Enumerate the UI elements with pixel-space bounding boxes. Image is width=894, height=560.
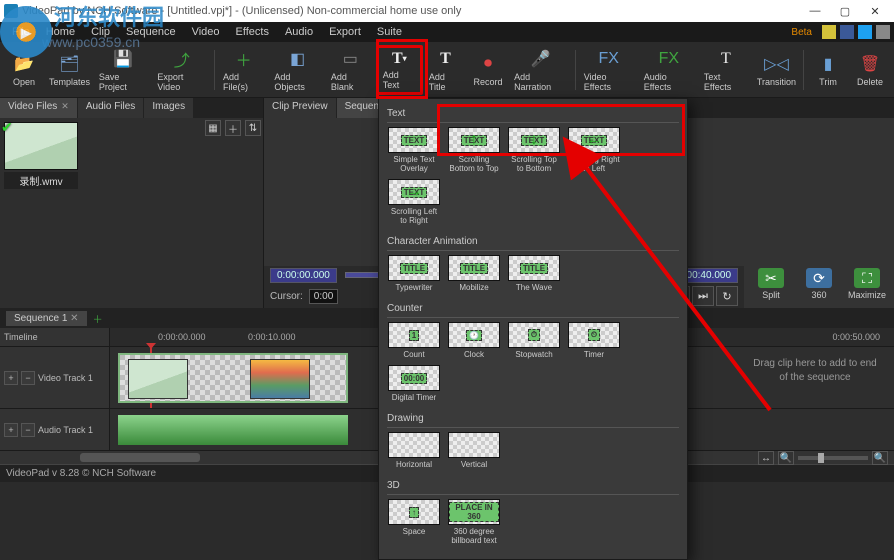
add-objects-button[interactable]: ◧Add Objects <box>270 45 325 95</box>
window-minimize[interactable]: — <box>800 0 830 22</box>
templates-button[interactable]: 🗂Templates <box>46 45 93 95</box>
dd-item-text-0[interactable]: TEXTSimple Text Overlay <box>387 127 441 173</box>
dd-section-text: Text <box>387 105 679 123</box>
window-close[interactable]: ✕ <box>860 0 890 22</box>
menu-bar: File Home Clip Sequence Video Effects Au… <box>0 22 894 42</box>
export-video-button[interactable]: ⤴Export Video <box>153 45 210 95</box>
menu-sequence[interactable]: Sequence <box>118 24 184 40</box>
tab-video-files[interactable]: Video Files✕ <box>0 98 78 118</box>
timeline-mode-label[interactable]: Timeline <box>0 328 110 346</box>
dd-item-drawing-0[interactable]: Horizontal <box>387 432 441 469</box>
zoom-out-button[interactable]: 🔍 <box>778 451 794 465</box>
add-text-button[interactable]: T▾Add Text <box>376 45 423 95</box>
audio-clip[interactable] <box>118 415 348 445</box>
open-button[interactable]: 📂Open <box>4 45 44 95</box>
goto-end-button[interactable]: ⏭ <box>692 286 714 306</box>
beta-label: Beta <box>791 27 812 38</box>
dd-item-counter-4[interactable]: 00:00Digital Timer <box>387 365 441 402</box>
menu-suite[interactable]: Suite <box>369 24 410 40</box>
transition-button[interactable]: ▷◁Transition <box>754 45 799 95</box>
menu-home[interactable]: Home <box>38 24 83 40</box>
split-button[interactable]: ✂Split <box>749 266 793 302</box>
dd-item-char-0[interactable]: TITLETypewriter <box>387 255 441 292</box>
status-text: VideoPad v 8.28 © NCH Software <box>6 468 156 479</box>
menu-video[interactable]: Video <box>184 24 228 40</box>
video-clip[interactable] <box>118 353 348 403</box>
audio-track-header[interactable]: + − Audio Track 1 <box>0 409 110 450</box>
cursor-label: Cursor: <box>270 291 303 302</box>
clip-name: 录制.wmv <box>4 172 78 189</box>
dd-item-text-1[interactable]: TEXT↑Scrolling Bottom to Top <box>447 127 501 173</box>
zoom-in-button[interactable]: 🔍 <box>872 451 888 465</box>
tab-images[interactable]: Images <box>144 98 194 118</box>
add-track-button[interactable]: + <box>4 371 18 385</box>
app-icon <box>4 4 18 18</box>
add-title-button[interactable]: TAdd Title <box>425 45 466 95</box>
dd-section-counter: Counter <box>387 300 679 318</box>
zoom-slider[interactable] <box>798 456 868 460</box>
delete-button[interactable]: 🗑Delete <box>850 45 890 95</box>
sequence-tab[interactable]: Sequence 1 ✕ <box>6 311 87 326</box>
clip-used-icon: ✔ <box>1 119 13 136</box>
window-maximize[interactable]: ▢ <box>830 0 860 22</box>
menu-export[interactable]: Export <box>321 24 369 40</box>
dd-section-char: Character Animation <box>387 233 679 251</box>
add-files-button[interactable]: ＋Add File(s) <box>219 45 268 95</box>
dd-item-char-2[interactable]: TITLEThe Wave <box>507 255 561 292</box>
record-button[interactable]: ⏺Record <box>468 45 508 95</box>
dd-item-3d-1[interactable]: PLACE IN 360360 degree billboard text <box>447 499 501 545</box>
bin-sort-icon[interactable]: ⇅ <box>245 120 261 136</box>
tab-clip-preview[interactable]: Clip Preview <box>264 98 337 118</box>
menu-effects[interactable]: Effects <box>228 24 277 40</box>
add-narration-button[interactable]: 🎤Add Narration <box>510 45 571 95</box>
add-blank-button[interactable]: ▭Add Blank <box>327 45 374 95</box>
share-icon[interactable] <box>876 25 890 39</box>
add-sequence-button[interactable]: ＋ <box>93 311 103 326</box>
dd-section-3d: 3D <box>387 477 679 495</box>
dd-item-3d-0[interactable]: ↑Space <box>387 499 441 545</box>
trim-button[interactable]: ▮Trim <box>808 45 848 95</box>
dd-item-char-1[interactable]: TITLEMobilize <box>447 255 501 292</box>
dd-item-text-2[interactable]: TEXT↓Scrolling Top to Bottom <box>507 127 561 173</box>
drop-hint: Drag clip here to add to end of the sequ… <box>750 357 880 385</box>
video-effects-button[interactable]: FXVideo Effects <box>580 45 638 95</box>
video-track-header[interactable]: + − Video Track 1 <box>0 347 110 408</box>
dd-item-text-4[interactable]: TEXT→Scrolling Left to Right <box>387 179 441 225</box>
bin-add-icon[interactable]: ＋ <box>225 120 241 136</box>
add-text-dropdown: Text TEXTSimple Text OverlayTEXT↑Scrolli… <box>378 98 688 560</box>
dd-item-text-3[interactable]: TEXT←Scrolling Right to Left <box>567 127 621 173</box>
preview-in-time[interactable]: 0:00:00.000 <box>270 268 337 283</box>
dd-section-drawing: Drawing <box>387 410 679 428</box>
zoom-reset-button[interactable]: ↔ <box>758 451 774 465</box>
bin-view-icon[interactable]: ▦ <box>205 120 221 136</box>
media-bin-panel: Video Files✕ Audio Files Images ▦ ＋ ⇅ ✔ … <box>0 98 264 308</box>
dd-item-counter-1[interactable]: 🕐Clock <box>447 322 501 359</box>
facebook-icon[interactable] <box>840 25 854 39</box>
dd-item-counter-2[interactable]: ⏱Stopwatch <box>507 322 561 359</box>
dd-item-counter-0[interactable]: 1Count <box>387 322 441 359</box>
tab-audio-files[interactable]: Audio Files <box>78 98 144 118</box>
dd-item-counter-3[interactable]: ⏲Timer <box>567 322 621 359</box>
cursor-value: 0:00 <box>309 289 338 304</box>
clip-thumbnail[interactable]: ✔ 录制.wmv <box>4 122 78 189</box>
maximize-button[interactable]: ⛶Maximize <box>845 266 889 302</box>
menu-file[interactable]: File <box>4 24 38 40</box>
loop-button[interactable]: ↻ <box>716 286 738 306</box>
text-effects-button[interactable]: TText Effects <box>700 45 752 95</box>
star-icon[interactable] <box>822 25 836 39</box>
add-audio-track-button[interactable]: + <box>4 423 18 437</box>
save-project-button[interactable]: 💾Save Project <box>95 45 151 95</box>
window-title: VideoPad by NCH Software - [Untitled.vpj… <box>22 5 461 17</box>
dd-item-drawing-1[interactable]: Vertical <box>447 432 501 469</box>
twitter-icon[interactable] <box>858 25 872 39</box>
360-button[interactable]: ⟳360 <box>797 266 841 302</box>
menu-clip[interactable]: Clip <box>83 24 118 40</box>
remove-track-button[interactable]: − <box>21 371 35 385</box>
ribbon-toolbar: 📂Open 🗂Templates 💾Save Project ⤴Export V… <box>0 42 894 98</box>
window-titlebar: VideoPad by NCH Software - [Untitled.vpj… <box>0 0 894 22</box>
menu-audio[interactable]: Audio <box>277 24 321 40</box>
remove-audio-track-button[interactable]: − <box>21 423 35 437</box>
audio-effects-button[interactable]: FXAudio Effects <box>640 45 698 95</box>
